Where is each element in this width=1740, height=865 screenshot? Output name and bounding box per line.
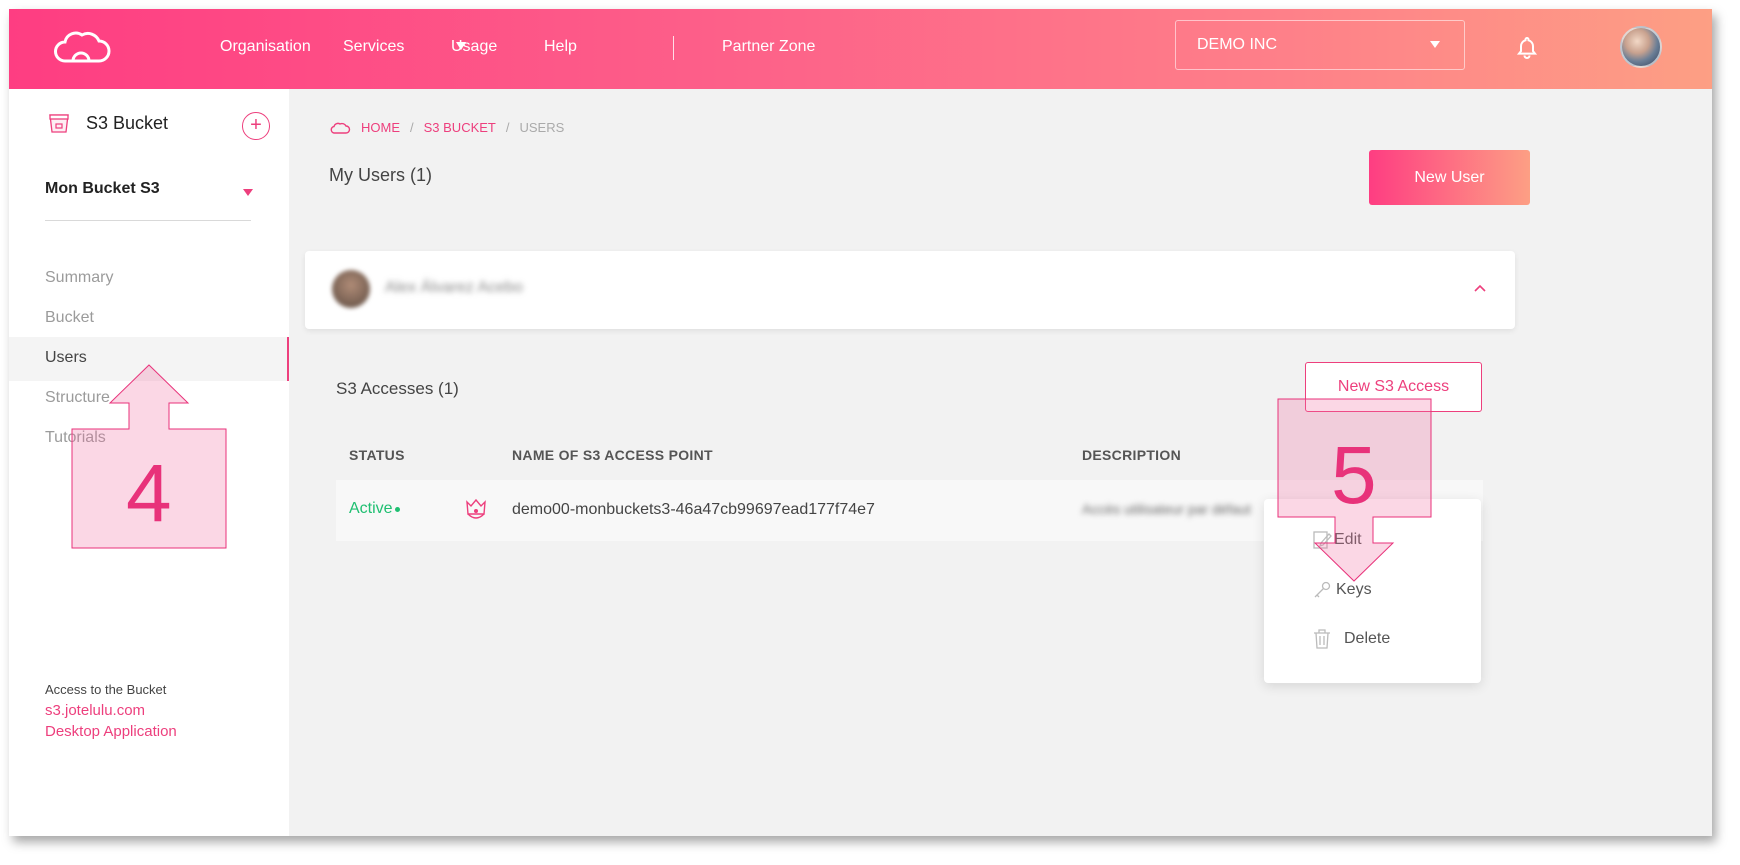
bucket-select[interactable]: Mon Bucket S3 [45, 180, 160, 198]
access-point-description: Accès utilisateur par défaut [1082, 501, 1251, 517]
new-s3-access-button[interactable]: New S3 Access [1305, 362, 1482, 412]
app-window: Organisation Services Usage Help Partner… [9, 9, 1712, 836]
top-bar: Organisation Services Usage Help Partner… [9, 9, 1712, 89]
user-avatar[interactable] [1620, 26, 1662, 68]
menu-label-edit: Edit [1334, 531, 1362, 548]
menu-item-delete[interactable]: Delete [1264, 618, 1481, 662]
sidebar-item-bucket[interactable]: Bucket [45, 309, 94, 327]
menu-item-keys[interactable]: Keys [1264, 569, 1481, 613]
access-point-name: demo00-monbuckets3-46a47cb99697ead177f74… [512, 501, 875, 518]
nav-help[interactable]: Help [544, 38, 577, 56]
crown-icon [466, 498, 486, 519]
key-icon [1314, 581, 1331, 598]
nav-partner-zone[interactable]: Partner Zone [722, 38, 815, 56]
bucket-select-caret-icon[interactable] [243, 189, 253, 196]
trash-icon [1314, 629, 1330, 649]
menu-item-edit[interactable]: Edit [1264, 519, 1481, 563]
bucket-access-label: Access to the Bucket [45, 682, 167, 697]
status-badge: Active [349, 500, 393, 517]
desktop-app-link[interactable]: Desktop Application [45, 723, 177, 740]
menu-label-delete: Delete [1344, 630, 1391, 647]
sidebar-divider [45, 220, 251, 221]
user-card[interactable]: Alex Álvarez Acebo [305, 251, 1515, 329]
bucket-icon [49, 114, 69, 133]
cloud-logo-icon[interactable] [51, 31, 113, 65]
nav-services[interactable]: Services [343, 38, 404, 56]
breadcrumb-current: USERS [519, 120, 565, 135]
breadcrumb: HOME / S3 BUCKET / USERS [329, 120, 564, 135]
breadcrumb-separator: / [410, 120, 414, 135]
chevron-down-icon [1430, 41, 1440, 48]
user-card-avatar [332, 270, 370, 308]
nav-usage[interactable]: Usage [451, 38, 497, 56]
sidebar-item-summary[interactable]: Summary [45, 269, 113, 287]
column-header-status[interactable]: STATUS [349, 447, 405, 463]
sidebar-item-structure[interactable]: Structure [45, 389, 110, 407]
nav-divider [673, 36, 674, 60]
sidebar-title: S3 Bucket [86, 113, 169, 133]
breadcrumb-home[interactable]: HOME [361, 120, 400, 135]
user-card-name: Alex Álvarez Acebo [385, 279, 523, 296]
bell-icon[interactable] [1516, 36, 1538, 60]
column-header-description[interactable]: DESCRIPTION [1082, 447, 1181, 463]
breadcrumb-separator: / [505, 120, 510, 135]
organization-select-value: DEMO INC [1197, 36, 1277, 53]
edit-icon [1313, 531, 1332, 549]
annotation-step-4: 4 [126, 448, 172, 539]
column-header-name[interactable]: NAME OF S3 ACCESS POINT [512, 447, 713, 463]
nav-organisation[interactable]: Organisation [220, 38, 311, 56]
annotation-step-5: 5 [1331, 430, 1377, 521]
s3-accesses-title: S3 Accesses (1) [336, 379, 459, 398]
organization-select[interactable]: DEMO INC [1175, 20, 1465, 70]
page-title: My Users (1) [329, 165, 432, 185]
breadcrumb-s3-bucket[interactable]: S3 BUCKET [424, 120, 496, 135]
add-bucket-button[interactable]: + [242, 112, 270, 140]
new-user-button[interactable]: New User [1369, 150, 1530, 205]
home-cloud-icon[interactable] [329, 121, 351, 135]
sidebar-item-users[interactable]: Users [45, 349, 87, 367]
menu-label-keys: Keys [1336, 581, 1372, 598]
chevron-up-icon[interactable] [1473, 281, 1487, 295]
row-actions-menu: Edit Keys Delete [1264, 499, 1481, 683]
status-dot [395, 507, 400, 512]
sidebar-item-tutorials[interactable]: Tutorials [45, 429, 106, 447]
s3-web-link[interactable]: s3.jotelulu.com [45, 702, 145, 719]
